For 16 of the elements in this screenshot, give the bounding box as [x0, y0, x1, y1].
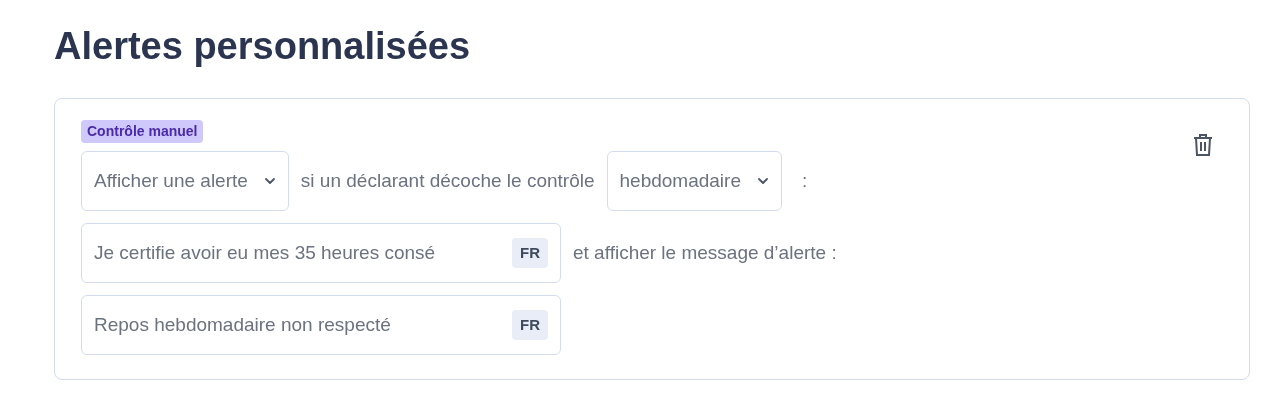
text-input[interactable]: Je certifie avoir eu mes 35 heures consé: [94, 238, 504, 268]
dropdown-select[interactable]: Afficher une alerte: [81, 151, 289, 211]
text-input[interactable]: Repos hebdomadaire non respecté: [94, 310, 504, 340]
colon-text: :: [802, 168, 808, 193]
page-title: Alertes personnalisées: [54, 24, 472, 69]
rule-text: et afficher le message d’alerte :: [573, 240, 837, 265]
language-badge: FR: [512, 309, 548, 341]
tag: Contrôle manuel: [81, 120, 204, 143]
chevron-down-icon: [757, 177, 769, 185]
language-badge: FR: [512, 237, 548, 269]
chevron-down-icon: [263, 177, 276, 185]
rule-text: si un déclarant décoche le contrôle: [300, 168, 595, 193]
dropdown-select[interactable]: hebdomadaire: [606, 151, 782, 211]
trash-icon[interactable]: [1193, 133, 1213, 157]
text-field[interactable]: Je certifie avoir eu mes 35 heures consé FR: [81, 223, 561, 283]
text-field[interactable]: Repos hebdomadaire non respecté FR: [81, 295, 561, 355]
